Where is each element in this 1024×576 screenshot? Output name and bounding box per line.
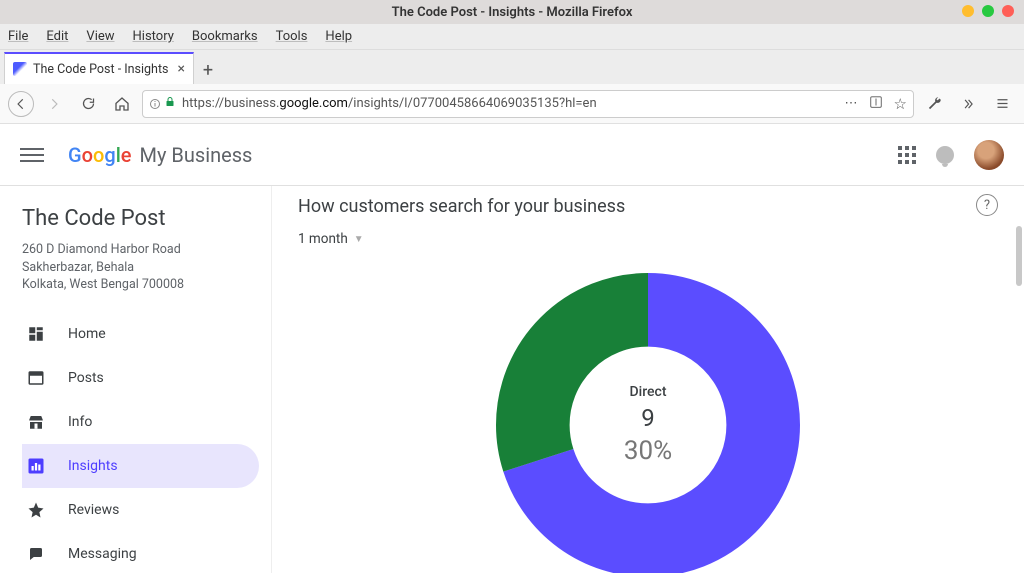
posts-icon [26,368,46,388]
sidebar: The Code Post 260 D Diamond Harbor Road … [0,186,272,573]
app-menu-button[interactable] [20,148,44,162]
wrench-icon [927,96,942,111]
url-scheme: https:// [182,96,224,111]
info-icon [149,98,161,110]
reload-button[interactable] [74,90,102,118]
forward-button[interactable] [40,90,68,118]
period-selector[interactable]: 1 month ▼ [298,231,998,247]
url-text: https://business.google.com/insights/l/0… [182,96,839,111]
dashboard-icon [26,324,46,344]
overflow-button[interactable] [954,90,982,118]
google-logo: Google [68,143,132,167]
scrollbar-thumb[interactable] [1016,226,1022,286]
business-name: The Code Post [22,206,259,231]
donut-chart: Direct 9 30% [488,265,808,573]
donut-center: Direct 9 30% [488,265,808,573]
browser-menubar: File Edit View History Bookmarks Tools H… [0,24,1024,50]
menu-help[interactable]: Help [325,29,352,44]
minimize-button[interactable] [962,5,974,17]
chat-icon [26,544,46,564]
bookmark-star-icon[interactable]: ☆ [894,95,907,113]
app-logo[interactable]: Google My Business [68,143,252,167]
sidebar-item-reviews[interactable]: Reviews [22,488,259,532]
arrow-left-icon [14,97,28,111]
window-controls [962,5,1014,17]
site-identity[interactable] [149,96,176,111]
menu-button[interactable] [988,90,1016,118]
app-header: Google My Business [0,124,1024,186]
reload-icon [81,96,96,111]
addr-line-3: Kolkata, West Bengal 700008 [22,276,259,294]
addr-line-2: Sakherbazar, Behala [22,259,259,277]
sidebar-item-label: Reviews [68,502,119,518]
browser-tab[interactable]: The Code Post - Insights × [4,52,194,84]
chart-container: Direct 9 30% [298,255,998,573]
menu-view[interactable]: View [86,29,114,44]
app-body: The Code Post 260 D Diamond Harbor Road … [0,186,1024,573]
menu-history[interactable]: History [133,29,174,44]
menu-bookmarks[interactable]: Bookmarks [192,29,258,44]
close-window-button[interactable] [1002,5,1014,17]
browser-toolbar: https://business.google.com/insights/l/0… [0,84,1024,124]
tabstrip: The Code Post - Insights × + [0,50,1024,84]
os-titlebar: The Code Post - Insights - Mozilla Firef… [0,0,1024,24]
sidebar-item-label: Home [68,326,106,342]
main-content: How customers search for your business ?… [272,186,1024,573]
sidebar-item-posts[interactable]: Posts [22,356,259,400]
sidebar-item-info[interactable]: Info [22,400,259,444]
chevron-down-icon: ▼ [354,234,364,245]
home-icon [114,96,130,112]
help-icon[interactable]: ? [976,194,998,216]
window-title: The Code Post - Insights - Mozilla Firef… [392,5,633,20]
star-icon [26,500,46,520]
chevrons-right-icon [961,97,975,111]
reader-icon[interactable] [868,95,884,113]
new-tab-button[interactable]: + [194,56,222,84]
sidebar-item-insights[interactable]: Insights [22,444,259,488]
menu-tools[interactable]: Tools [276,29,308,44]
notifications-icon[interactable] [936,146,954,164]
insights-icon [26,456,46,476]
apps-grid-icon[interactable] [898,146,916,164]
sidebar-item-label: Info [68,414,92,430]
donut-center-label: Direct [630,384,667,400]
page-actions-icon[interactable]: ⋯ [845,96,858,111]
url-sub: business. [224,96,279,111]
period-label: 1 month [298,231,348,247]
devtools-button[interactable] [920,90,948,118]
sidebar-item-messaging[interactable]: Messaging [22,532,259,576]
tab-title: The Code Post - Insights [33,62,169,77]
avatar[interactable] [974,140,1004,170]
section-title: How customers search for your business [298,196,998,217]
donut-center-value: 9 [641,404,655,432]
menu-edit[interactable]: Edit [46,29,68,44]
back-button[interactable] [8,91,34,117]
sidebar-item-label: Messaging [68,546,137,562]
lock-icon [164,96,176,111]
url-domain: google.com [279,96,348,111]
favicon-icon [13,62,27,76]
menu-file[interactable]: File [8,29,28,44]
home-button[interactable] [108,90,136,118]
product-name: My Business [140,143,253,167]
maximize-button[interactable] [982,5,994,17]
sidebar-item-home[interactable]: Home [22,312,259,356]
sidebar-item-label: Insights [68,458,118,474]
url-bar[interactable]: https://business.google.com/insights/l/0… [142,90,914,118]
addr-line-1: 260 D Diamond Harbor Road [22,241,259,259]
business-address: 260 D Diamond Harbor Road Sakherbazar, B… [22,241,259,294]
donut-center-percent: 30% [624,436,672,466]
hamburger-icon [995,96,1010,111]
storefront-icon [26,412,46,432]
nav-list: Home Posts Info Insights Reviews Messagi… [22,312,259,576]
close-tab-button[interactable]: × [178,61,185,77]
arrow-right-icon [47,97,61,111]
sidebar-item-label: Posts [68,370,104,386]
url-path: /insights/l/07700458664069035135?hl=en [348,96,597,111]
